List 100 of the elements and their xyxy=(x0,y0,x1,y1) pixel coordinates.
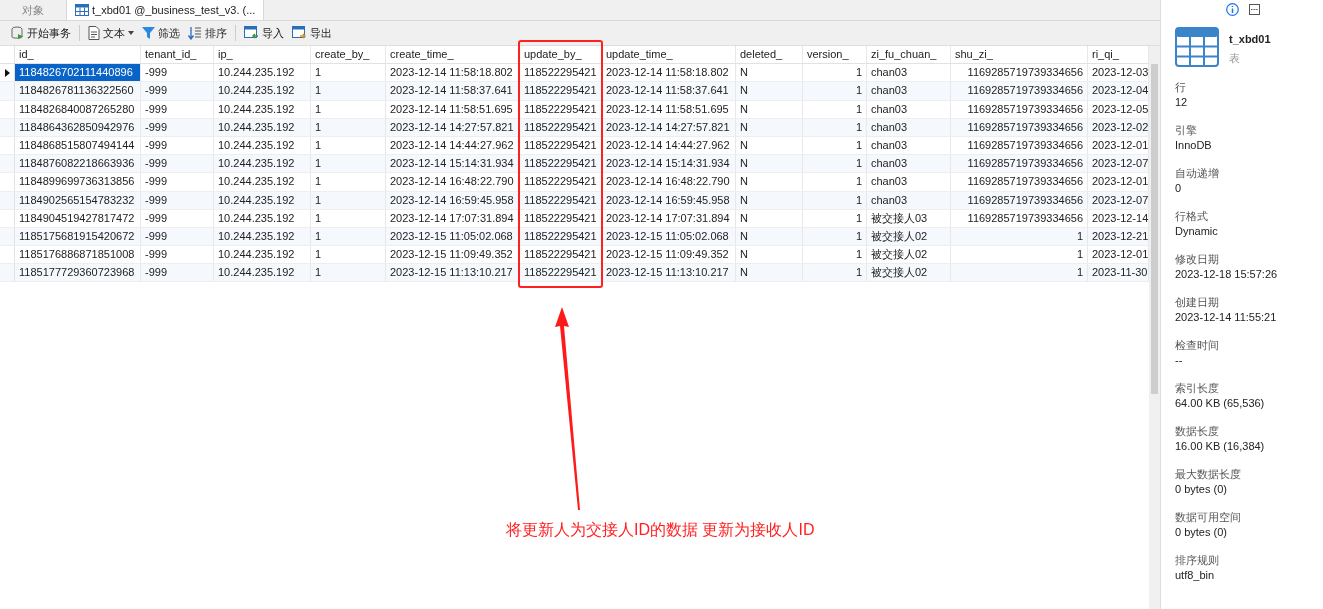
table-cell: 118522295421 xyxy=(520,191,602,209)
table-cell: 1 xyxy=(951,264,1088,282)
table-cell: 1 xyxy=(803,136,867,155)
table-cell: N xyxy=(736,246,803,264)
table-cell: 被交接人02 xyxy=(867,264,951,282)
table-cell: 1185175681915420672 xyxy=(15,227,141,246)
sort-icon xyxy=(188,26,202,40)
column-header[interactable]: ip_ xyxy=(214,46,311,64)
table-cell: -999 xyxy=(141,64,214,82)
table-cell: 1 xyxy=(311,264,386,282)
property-label: 引擎 xyxy=(1175,123,1198,138)
column-header[interactable]: update_time_ xyxy=(602,46,736,64)
property-label: 排序规则 xyxy=(1175,553,1220,568)
table-cell: chan03 xyxy=(867,155,951,173)
table-cell: 10.244.235.192 xyxy=(214,64,311,82)
property-label: 修改日期 xyxy=(1175,252,1220,267)
toolbar-button[interactable]: 导出 xyxy=(289,24,335,42)
property-value: 12 xyxy=(1175,95,1189,110)
table-cell: 1169285719739334656 xyxy=(951,209,1088,227)
table-cell: 2023-12-15 11:09:49.352 xyxy=(386,246,520,264)
table-cell: chan03 xyxy=(867,173,951,191)
table-cell: -999 xyxy=(141,155,214,173)
table-cell: 1169285719739334656 xyxy=(951,136,1088,155)
property-value: Dynamic xyxy=(1175,224,1219,239)
column-header[interactable]: tenant_id_ xyxy=(141,46,214,64)
table-cell: N xyxy=(736,209,803,227)
table-cell: 1184864362850942976 xyxy=(15,118,141,136)
table-cell: 10.244.235.192 xyxy=(214,155,311,173)
table-cell: chan03 xyxy=(867,64,951,82)
property-value: InnoDB xyxy=(1175,138,1213,153)
property-value: -- xyxy=(1175,353,1184,368)
table-cell: 2023-12-14 11:58:18.802 xyxy=(386,64,520,82)
table-cell: 2023-12-14 15:14:31.934 xyxy=(602,155,736,173)
table-cell: 1184899699736313856 xyxy=(15,173,141,191)
import-icon xyxy=(244,26,259,40)
toolbar-button[interactable]: 开始事务 xyxy=(8,24,74,42)
column-header[interactable]: shu_zi_ xyxy=(951,46,1088,64)
table-cell: 1 xyxy=(311,173,386,191)
table-cell: 1184902565154783232 xyxy=(15,191,141,209)
table-cell: 1184876082218663936 xyxy=(15,155,141,173)
table-cell: 2023-12-15 11:13:10.217 xyxy=(386,264,520,282)
column-header[interactable]: version_ xyxy=(803,46,867,64)
table-cell: 2023-12-15 11:05:02.068 xyxy=(386,227,520,246)
column-header[interactable]: deleted_ xyxy=(736,46,803,64)
table-cell: N xyxy=(736,191,803,209)
table-cell: N xyxy=(736,155,803,173)
property-label: 行 xyxy=(1175,80,1187,95)
table-cell: 2023-12-14 11:58:51.695 xyxy=(602,100,736,118)
table-cell: -999 xyxy=(141,136,214,155)
ddl-icon[interactable] xyxy=(1249,4,1260,15)
column-header[interactable]: create_by_ xyxy=(311,46,386,64)
table-name: t_xbd01 xyxy=(1229,33,1271,45)
table-cell: 1 xyxy=(803,118,867,136)
table-cell: -999 xyxy=(141,264,214,282)
toolbar-button[interactable]: 排序 xyxy=(185,24,230,42)
column-header[interactable]: create_time_ xyxy=(386,46,520,64)
table-cell: 1184826702111440896 xyxy=(15,64,141,82)
table-cell: -999 xyxy=(141,191,214,209)
column-header[interactable]: update_by_ xyxy=(520,46,602,64)
table-cell: 118522295421 xyxy=(520,246,602,264)
table-cell: chan03 xyxy=(867,118,951,136)
table-cell: 118522295421 xyxy=(520,118,602,136)
table-cell: 1169285719739334656 xyxy=(951,64,1088,82)
table-cell: 2023-12-14 16:59:45.958 xyxy=(386,191,520,209)
property-label: 检查时间 xyxy=(1175,338,1220,353)
table-cell: 1184826781136322560 xyxy=(15,82,141,100)
table-cell: 10.244.235.192 xyxy=(214,82,311,100)
toolbar-button[interactable]: 筛选 xyxy=(139,24,183,42)
table-cell: 2023-12-14 14:44:27.962 xyxy=(386,136,520,155)
table-cell: 10.244.235.192 xyxy=(214,246,311,264)
property-label: 自动递增 xyxy=(1175,166,1220,181)
table-cell: 10.244.235.192 xyxy=(214,191,311,209)
property-label: 数据可用空间 xyxy=(1175,510,1242,525)
table-cell: 2023-12-14 17:07:31.894 xyxy=(602,209,736,227)
table-cell: 1 xyxy=(803,173,867,191)
table-cell: 2023-12-15 11:09:49.352 xyxy=(602,246,736,264)
info-icon[interactable] xyxy=(1226,3,1239,16)
table-cell: 2023-12-15 11:05:02.068 xyxy=(602,227,736,246)
column-header[interactable]: id_ xyxy=(15,46,141,64)
property-label: 数据长度 xyxy=(1175,424,1220,439)
property-value: 64.00 KB (65,536) xyxy=(1175,396,1266,411)
table-cell: 1169285719739334656 xyxy=(951,82,1088,100)
table-cell: 2023-12-14 17:07:31.894 xyxy=(386,209,520,227)
toolbar-button[interactable]: 导入 xyxy=(241,24,287,42)
caret-icon xyxy=(128,31,134,35)
table-icon xyxy=(1175,27,1219,67)
object-type: 表 xyxy=(1229,51,1241,66)
toolbar-button[interactable]: 文本 xyxy=(85,24,137,42)
table-cell: 被交接人02 xyxy=(867,227,951,246)
scrollbar-thumb[interactable] xyxy=(1151,64,1158,394)
table-cell: 2023-12-14 11:58:37.641 xyxy=(386,82,520,100)
table-cell: 1169285719739334656 xyxy=(951,155,1088,173)
table-cell: 2023-12-15 11:13:10.217 xyxy=(602,264,736,282)
table-cell: 1169285719739334656 xyxy=(951,118,1088,136)
tab[interactable]: t_xbd01 @_business_test_v3. (... xyxy=(67,0,265,20)
column-header[interactable]: zi_fu_chuan_ xyxy=(867,46,951,64)
property-label: 最大数据长度 xyxy=(1175,467,1242,482)
property-label: 索引长度 xyxy=(1175,381,1220,396)
table-cell: 1 xyxy=(803,227,867,246)
table-cell: 10.244.235.192 xyxy=(214,100,311,118)
